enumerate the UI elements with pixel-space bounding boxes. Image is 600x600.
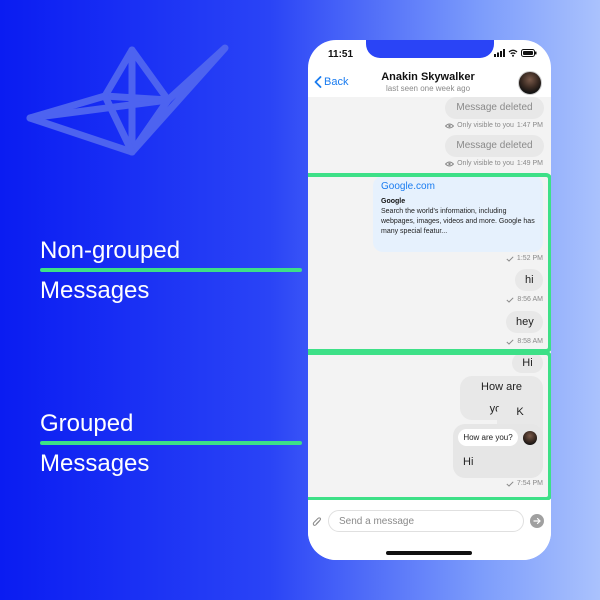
back-label: Back xyxy=(324,76,349,88)
paper-boat-logo xyxy=(26,44,229,156)
non-grouped-highlight xyxy=(308,173,551,353)
last-seen: last seen one week ago xyxy=(385,84,471,93)
battery-icon xyxy=(521,49,537,57)
message-time: 1:47 PM xyxy=(516,122,543,129)
message-time: 1:49 PM xyxy=(516,160,543,167)
grouped-connector xyxy=(40,441,302,445)
avatar[interactable] xyxy=(518,71,542,95)
grouped-highlight xyxy=(308,351,551,501)
contact-name: Anakin Skywalker xyxy=(381,71,475,83)
visibility-note: Only visible to you xyxy=(457,122,514,129)
signal-icon xyxy=(494,49,505,57)
deleted-message-bubble[interactable]: Message deleted xyxy=(445,135,544,157)
composer xyxy=(308,500,551,560)
non-grouped-label-line2: Messages xyxy=(40,277,150,304)
back-button[interactable]: Back xyxy=(314,76,348,88)
phone-frame: 11:51 Back Anakin Skywalker last seen on… xyxy=(308,40,551,560)
visibility-note: Only visible to you xyxy=(457,160,514,167)
status-icons xyxy=(494,49,537,57)
deleted-message-bubble[interactable]: Message deleted xyxy=(445,97,544,119)
status-time: 11:51 xyxy=(328,49,354,60)
eye-icon xyxy=(445,161,455,166)
send-button[interactable] xyxy=(530,514,544,528)
message-meta: Only visible to you 1:49 PM xyxy=(445,160,543,167)
phone-notch xyxy=(366,40,494,58)
grouped-label-line2: Messages xyxy=(40,450,150,477)
paperclip-icon[interactable] xyxy=(312,516,322,528)
chevron-left-icon xyxy=(314,76,322,88)
grouped-label-line1: Grouped xyxy=(40,410,134,437)
message-meta: Only visible to you 1:47 PM xyxy=(445,122,543,129)
send-arrow-icon xyxy=(533,517,541,525)
wifi-icon xyxy=(508,49,518,57)
eye-icon xyxy=(445,123,455,128)
non-grouped-label-line1: Non-grouped xyxy=(40,237,181,264)
non-grouped-connector xyxy=(40,268,302,272)
home-indicator xyxy=(386,551,472,555)
message-input[interactable] xyxy=(328,510,524,532)
